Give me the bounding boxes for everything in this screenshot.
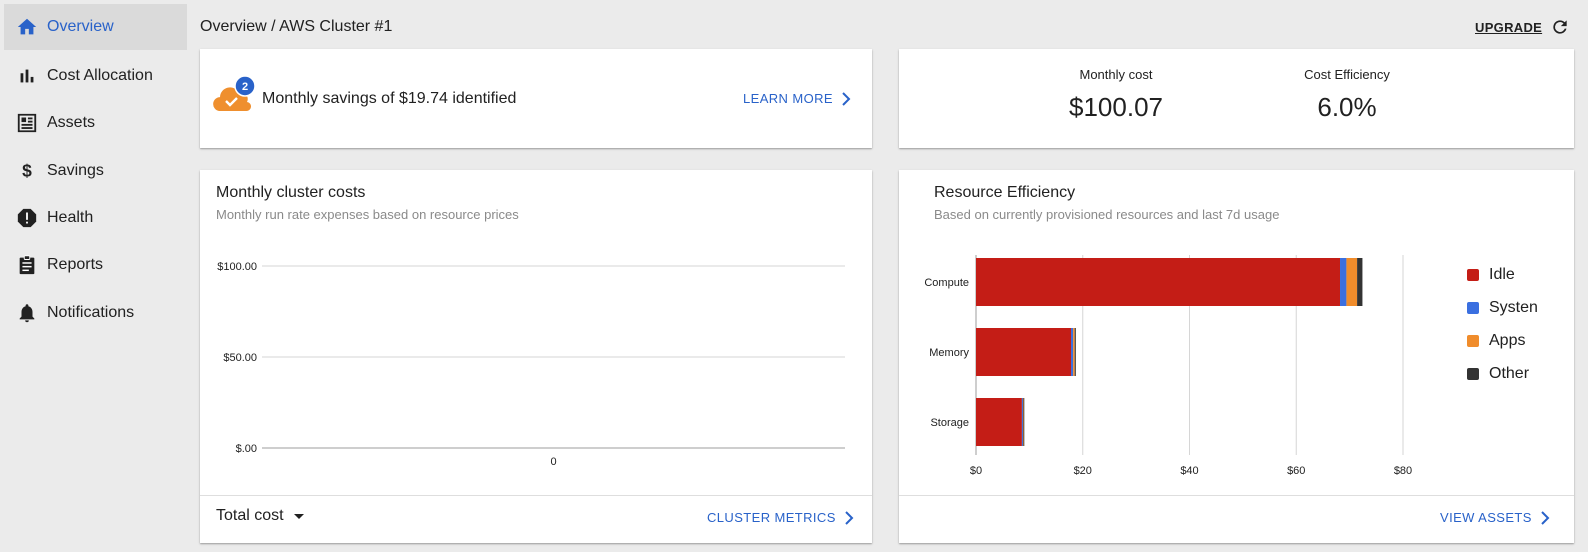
legend-item-idle: Idle (1467, 258, 1538, 291)
bell-icon (16, 302, 38, 324)
legend-swatch (1467, 301, 1479, 314)
bar-segment-other (1357, 258, 1363, 306)
sidebar-item-label: Assets (47, 114, 96, 131)
y-tick-label: $100.00 (217, 261, 257, 273)
clipboard-icon (16, 254, 38, 276)
bar-segment-systen (1340, 258, 1347, 306)
x-tick-label: $60 (1287, 465, 1305, 477)
learn-more-label: LEARN MORE (743, 91, 833, 106)
resource-efficiency-card: Resource Efficiency Based on currently p… (899, 170, 1574, 543)
cost-efficiency-kpi: Cost Efficiency 6.0% (1257, 67, 1437, 123)
bar-segment-other (1023, 398, 1025, 446)
sidebar-item-label: Overview (47, 18, 114, 35)
svg-text:$: $ (22, 161, 32, 181)
category-label: Storage (930, 417, 969, 429)
bar-segment-idle (976, 398, 1022, 446)
upgrade-link[interactable]: UPGRADE (1475, 20, 1542, 35)
category-label: Compute (924, 277, 969, 289)
legend-item-system: Systen (1467, 291, 1538, 324)
category-label: Memory (929, 347, 969, 359)
chevron-right-icon (845, 510, 854, 525)
kpi-card: Monthly cost $100.07 Cost Efficiency 6.0… (899, 49, 1574, 148)
sidebar-item-assets[interactable]: Assets (4, 100, 187, 146)
savings-badge-count: 2 (242, 81, 248, 93)
cluster-costs-chart: $100.00 $50.00 $.00 0 (217, 261, 845, 468)
legend-label: Idle (1489, 265, 1515, 283)
savings-message: Monthly savings of $19.74 identified (262, 90, 517, 107)
y-tick-label: $50.00 (223, 352, 257, 364)
sidebar-item-notifications[interactable]: Notifications (4, 290, 187, 336)
bar-segment-apps (1073, 328, 1075, 376)
chevron-right-icon (1541, 510, 1550, 525)
sidebar-item-label: Notifications (47, 304, 135, 321)
sidebar-item-label: Reports (47, 256, 104, 273)
x-tick-label: $20 (1074, 465, 1092, 477)
legend-swatch (1467, 334, 1479, 347)
sidebar-item-health[interactable]: Health (4, 195, 187, 241)
legend-swatch (1467, 367, 1479, 380)
view-assets-link[interactable]: VIEW ASSETS (1440, 510, 1550, 525)
breadcrumb: Overview / AWS Cluster #1 (200, 18, 393, 35)
sidebar-item-overview[interactable]: Overview (4, 4, 187, 50)
savings-badge: 2 (234, 75, 256, 97)
legend-label: Systen (1489, 298, 1538, 316)
legend-item-apps: Apps (1467, 324, 1538, 357)
legend-label: Apps (1489, 331, 1526, 349)
home-icon (16, 16, 38, 38)
x-tick-label: $0 (970, 465, 982, 477)
monthly-cost-kpi: Monthly cost $100.07 (1026, 67, 1206, 123)
sidebar: Overview Cost Allocation Assets $ Saving… (0, 0, 188, 552)
sidebar-item-cost-allocation[interactable]: Cost Allocation (4, 53, 187, 99)
sidebar-item-label: Savings (47, 162, 104, 179)
legend-swatch (1467, 268, 1479, 281)
savings-card: 2 Monthly savings of $19.74 identified L… (200, 49, 872, 148)
sidebar-item-savings[interactable]: $ Savings (4, 148, 187, 194)
bar-segment-idle (976, 258, 1341, 306)
cluster-costs-card: Monthly cluster costs Monthly run rate e… (200, 170, 872, 543)
chart-legend: Idle Systen Apps Other (1467, 258, 1538, 390)
y-tick-label: $.00 (236, 443, 257, 455)
legend-label: Other (1489, 364, 1530, 382)
bar-segment-other (1074, 328, 1076, 376)
cluster-metrics-label: CLUSTER METRICS (707, 510, 836, 525)
monthly-cost-label: Monthly cost (1079, 67, 1153, 82)
sidebar-item-label: Health (47, 209, 94, 226)
alert-icon (16, 207, 38, 229)
monthly-cost-value: $100.07 (1069, 92, 1163, 122)
cost-efficiency-value: 6.0% (1317, 92, 1377, 122)
x-tick-label: $40 (1180, 465, 1198, 477)
x-tick-label: 0 (550, 456, 556, 468)
sidebar-item-reports[interactable]: Reports (4, 242, 187, 288)
total-cost-label: Total cost (216, 507, 284, 524)
legend-item-other: Other (1467, 357, 1538, 390)
resource-efficiency-chart: $0 $20 $40 $60 $80 Compute Memory Storage (924, 255, 1412, 477)
total-cost-dropdown[interactable]: Total cost (216, 507, 304, 525)
dollar-icon: $ (16, 160, 38, 182)
cluster-metrics-link[interactable]: CLUSTER METRICS (707, 510, 854, 525)
chevron-right-icon (842, 91, 851, 106)
assets-icon (16, 112, 38, 134)
learn-more-link[interactable]: LEARN MORE (743, 91, 851, 106)
card-divider (899, 495, 1574, 496)
view-assets-label: VIEW ASSETS (1440, 510, 1532, 525)
cost-efficiency-label: Cost Efficiency (1304, 67, 1390, 82)
bar-chart-icon (16, 65, 38, 87)
refresh-icon[interactable] (1550, 17, 1570, 37)
bar-segment-apps (1346, 258, 1358, 306)
card-divider (200, 495, 872, 496)
bar-segment-idle (976, 328, 1072, 376)
sidebar-item-label: Cost Allocation (47, 67, 153, 84)
x-tick-label: $80 (1394, 465, 1412, 477)
bar-segment-systen (1021, 398, 1023, 446)
bar-segment-systen (1071, 328, 1074, 376)
caret-down-icon (293, 513, 304, 519)
